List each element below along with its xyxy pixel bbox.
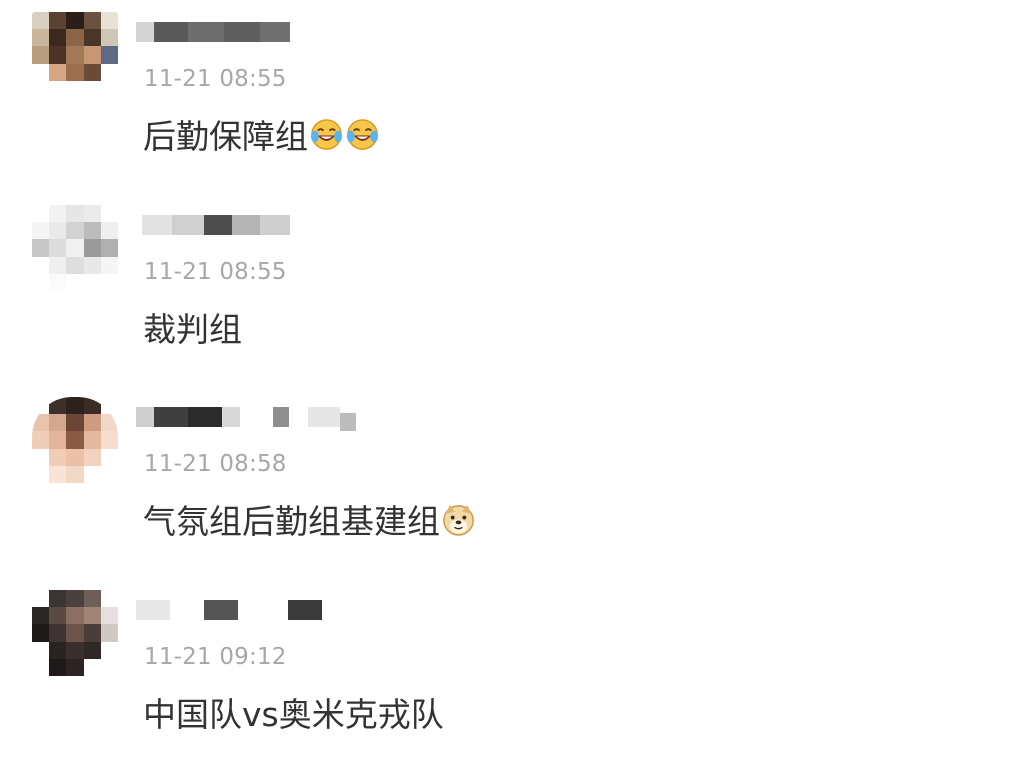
avatar[interactable] xyxy=(32,12,118,98)
laughing-crying-emoji-icon xyxy=(346,118,379,150)
comment-text: 裁判组 xyxy=(143,310,242,349)
comment-time: 11-21 08:55 xyxy=(144,66,287,92)
comment-list: 11-21 08:55 后勤保障组 11-21 08:55 裁判组 11-21 … xyxy=(0,0,1024,768)
comment-text: 气氛组后勤组基建组 xyxy=(143,502,440,541)
comment-item: 11-21 08:55 后勤保障组 xyxy=(0,0,1024,180)
comment-time: 11-21 08:55 xyxy=(144,259,287,285)
comment-item: 11-21 08:58 气氛组后勤组基建组 xyxy=(0,385,1024,565)
comment-item: 11-21 09:12 中国队vs奥米克戎队 xyxy=(0,578,1024,758)
comment-time: 11-21 09:12 xyxy=(144,644,287,670)
comment-time: 11-21 08:58 xyxy=(144,451,287,477)
comment-item: 11-21 08:55 裁判组 xyxy=(0,193,1024,373)
comment-text: 中国队vs奥米克戎队 xyxy=(143,695,444,734)
comment-content: 裁判组 xyxy=(143,303,242,351)
avatar[interactable] xyxy=(32,397,118,483)
doge-emoji-icon xyxy=(443,504,474,536)
comment-content: 中国队vs奥米克戎队 xyxy=(143,688,444,736)
comment-text: 后勤保障组 xyxy=(143,117,308,156)
comment-content: 气氛组后勤组基建组 xyxy=(143,495,476,543)
comment-content: 后勤保障组 xyxy=(143,110,380,158)
avatar[interactable] xyxy=(32,590,118,676)
avatar[interactable] xyxy=(32,205,118,291)
laughing-crying-emoji-icon xyxy=(310,118,343,150)
